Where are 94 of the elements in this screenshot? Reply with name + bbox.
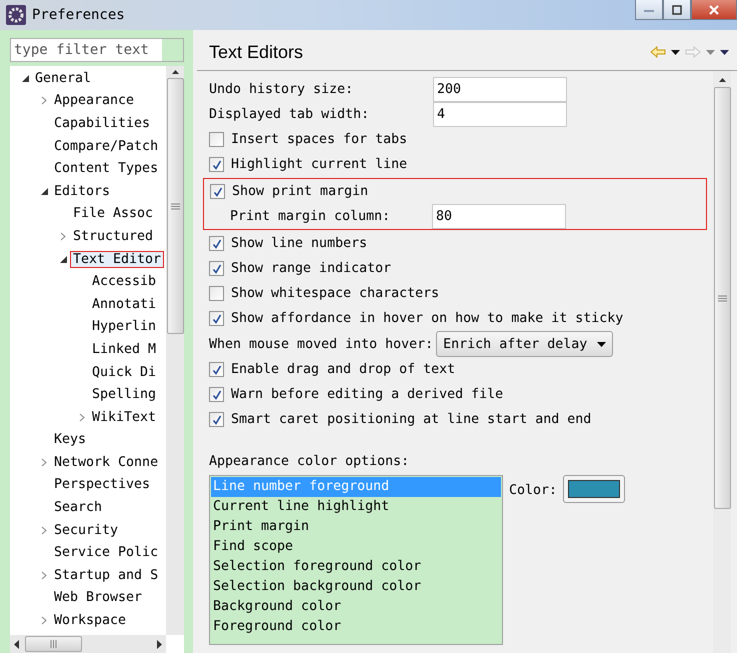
close-button[interactable] <box>691 0 737 20</box>
expanded-icon[interactable] <box>22 74 28 82</box>
tree-item[interactable]: Keys <box>51 431 90 448</box>
checkbox[interactable] <box>210 184 225 199</box>
expanded-icon[interactable] <box>40 188 48 195</box>
number-field[interactable]: 80 <box>432 204 566 229</box>
checkbox-label: Warn before editing a derived file <box>231 387 504 402</box>
checkbox-label: Show line numbers <box>231 236 368 251</box>
scrollbar[interactable] <box>10 635 166 653</box>
list-item[interactable]: Background color <box>211 597 501 617</box>
tree-item[interactable]: Hyperlin <box>89 318 160 336</box>
tree-item[interactable]: Web Browser <box>51 589 146 606</box>
checkbox[interactable] <box>209 236 224 251</box>
tree-item[interactable]: WikiText <box>89 408 160 426</box>
grip-icon <box>50 640 57 648</box>
tree-item[interactable]: Startup and S <box>51 566 162 584</box>
collapsed-icon[interactable] <box>79 412 85 422</box>
checkbox-label: Highlight current line <box>231 157 408 172</box>
list-item[interactable]: Selection foreground color <box>211 557 501 577</box>
gear-icon <box>6 5 26 25</box>
number-field[interactable]: 200 <box>433 77 567 102</box>
caret-icon[interactable] <box>671 50 680 54</box>
maximize-icon <box>672 4 682 14</box>
caret-icon <box>597 342 606 346</box>
checkbox[interactable] <box>209 412 224 427</box>
tree-item[interactable]: Editors <box>51 182 114 200</box>
tree-item[interactable]: Accessib <box>89 273 160 290</box>
tree-item[interactable]: Perspectives <box>51 476 154 494</box>
collapsed-icon[interactable] <box>41 458 47 467</box>
checkbox[interactable] <box>209 132 224 147</box>
number-field[interactable]: 4 <box>433 102 567 127</box>
checkbox[interactable] <box>209 362 224 377</box>
checkbox-label: Enable drag and drop of text <box>231 362 456 377</box>
checkbox[interactable] <box>209 387 224 402</box>
list-item[interactable]: Print margin <box>211 517 501 537</box>
list-item[interactable]: Current line highlight <box>211 497 501 517</box>
expanded-icon[interactable] <box>60 256 66 263</box>
tree-item[interactable]: Appearance <box>51 92 138 110</box>
scrollbar[interactable] <box>166 66 184 635</box>
color-label: Color: <box>509 483 558 498</box>
scroll-right-icon[interactable] <box>157 640 162 648</box>
filter-field[interactable]: type filter text <box>10 38 184 62</box>
tree-item[interactable]: Quick Di <box>89 364 160 381</box>
minimize-button[interactable] <box>635 0 663 20</box>
checkbox[interactable] <box>209 261 224 276</box>
checkbox[interactable] <box>209 286 224 301</box>
field-label: Displayed tab width: <box>209 107 370 122</box>
list-item[interactable]: Foreground color <box>211 617 501 637</box>
list-item[interactable]: Selection background color <box>211 577 501 597</box>
grip-icon <box>718 294 726 302</box>
section-label: Appearance color options: <box>209 454 410 469</box>
tree-item[interactable]: File Assoc <box>70 205 156 222</box>
scrollbar[interactable] <box>713 71 731 653</box>
tree-item[interactable]: Compare/Patch <box>51 138 162 155</box>
grip-icon <box>170 202 180 210</box>
tree-item[interactable]: Network Conne <box>51 454 162 471</box>
color-button[interactable] <box>563 475 626 503</box>
page-title: Text Editors <box>209 42 304 62</box>
checkbox-label: Show print margin <box>232 184 368 199</box>
checkbox[interactable] <box>209 311 224 326</box>
menu-icon[interactable] <box>720 50 729 54</box>
checkbox-label: Show whitespace characters <box>231 286 440 301</box>
tree-item[interactable]: Capabilities <box>51 114 154 132</box>
scroll-left-icon[interactable] <box>14 640 19 648</box>
collapsed-icon[interactable] <box>41 526 47 535</box>
tree-item[interactable]: Linked M <box>89 340 160 358</box>
collapsed-icon[interactable] <box>60 232 66 241</box>
checkbox-label: Show range indicator <box>231 261 392 276</box>
checkbox-label: Insert spaces for tabs <box>231 132 408 147</box>
scroll-up-icon[interactable] <box>718 77 726 83</box>
collapsed-icon[interactable] <box>41 570 47 580</box>
checkbox[interactable] <box>209 157 224 172</box>
checkbox-label: Show affordance in hover on how to make it sticky <box>231 311 624 326</box>
list-item[interactable]: Find scope <box>211 537 501 557</box>
field-label: Undo history size: <box>209 82 354 97</box>
maximize-button[interactable] <box>663 0 691 20</box>
hover-dropdown[interactable]: Enrich after delay <box>436 331 614 357</box>
tree-item[interactable]: Workspace <box>51 612 130 630</box>
field-label: Print margin column: <box>230 209 390 224</box>
tree-item[interactable]: General <box>32 70 94 87</box>
tree-item[interactable]: Structured <box>70 228 156 245</box>
tree-item[interactable]: Service Polic <box>51 544 162 562</box>
tree-item[interactable]: Content Types <box>51 160 162 178</box>
window-title: Preferences <box>32 7 125 23</box>
collapsed-icon[interactable] <box>41 616 47 626</box>
tree-item[interactable]: Security <box>51 522 122 539</box>
tree-item[interactable]: Annotati <box>89 296 160 313</box>
tree-item[interactable]: Spelling <box>89 386 160 404</box>
tree-item[interactable]: Search <box>51 499 106 516</box>
collapsed-icon[interactable] <box>41 96 47 106</box>
close-icon <box>708 4 720 14</box>
tree-item[interactable]: Text Editor <box>70 250 164 268</box>
checkbox-label: Smart caret positioning at line start and end <box>231 412 592 427</box>
dropdown-label: When mouse moved into hover: <box>209 336 434 352</box>
